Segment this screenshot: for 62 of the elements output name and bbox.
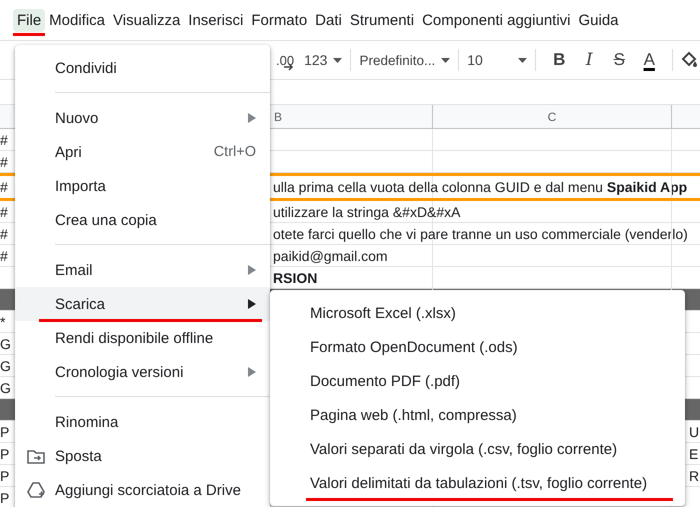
menu-item[interactable]: Pagina web (.html, compressa) bbox=[270, 398, 685, 432]
caret-icon bbox=[518, 58, 528, 62]
cell-text: R bbox=[689, 468, 700, 484]
cell-text: # bbox=[0, 226, 8, 242]
font-size-dropdown[interactable]: 10 bbox=[467, 52, 528, 68]
strikethrough-button[interactable]: S bbox=[604, 50, 634, 70]
cell-text: # bbox=[0, 204, 8, 220]
menu-item[interactable]: Dati bbox=[311, 8, 346, 32]
shortcut-label: Ctrl+O bbox=[214, 144, 256, 160]
menu-item[interactable]: Modifica bbox=[45, 8, 110, 32]
number-format-dropdown[interactable]: 123 bbox=[304, 52, 342, 68]
cell-text: RSION bbox=[272, 270, 318, 286]
menu-item[interactable]: Apri Ctrl+O bbox=[15, 135, 270, 169]
increase-decimal-button[interactable]: .00 bbox=[276, 49, 294, 71]
paint-bucket-icon bbox=[681, 51, 698, 69]
cell-text: G bbox=[0, 358, 11, 374]
cell-text: otete farci quello che vi pare tranne un uso commerciale (venderlo) bbox=[272, 226, 688, 242]
menu-item[interactable]: Condividi bbox=[15, 51, 270, 85]
menu-item[interactable]: Valori delimitati da tabulazioni (.tsv, foglio corrente) bbox=[270, 466, 685, 500]
menu-item[interactable]: Aggiungi scorciatoia a Drive bbox=[15, 473, 270, 507]
cell-text: # bbox=[0, 179, 8, 195]
folder-icon bbox=[27, 447, 45, 465]
menu-item[interactable]: Email bbox=[15, 253, 270, 287]
cell-text: G bbox=[0, 336, 11, 352]
cell-text: G bbox=[0, 380, 11, 396]
italic-button[interactable]: I bbox=[574, 50, 604, 70]
menu-item[interactable]: Formato OpenDocument (.ods) bbox=[270, 330, 685, 364]
menu-item[interactable]: Visualizza bbox=[109, 8, 184, 32]
cell-text: # bbox=[0, 154, 8, 170]
cell-text: P bbox=[0, 446, 10, 462]
cell-text: U bbox=[689, 424, 700, 440]
caret-icon bbox=[441, 58, 450, 62]
menu-item[interactable]: Strumenti bbox=[346, 8, 418, 32]
menu-item[interactable]: Documento PDF (.pdf) bbox=[270, 364, 685, 398]
menu-item[interactable]: Inserisci bbox=[184, 8, 248, 32]
menu-item[interactable]: Cronologia versioni bbox=[15, 355, 270, 389]
menu-item[interactable]: Sposta bbox=[15, 439, 270, 473]
font-dropdown[interactable]: Predefinito... bbox=[359, 52, 450, 68]
menu-item[interactable]: Guida bbox=[574, 8, 623, 32]
menu-item[interactable]: Crea una copia bbox=[15, 203, 270, 237]
menu-item[interactable]: Rendi disponibile offline bbox=[15, 321, 270, 355]
cell-text: P bbox=[0, 490, 10, 506]
menu-item[interactable]: Microsoft Excel (.xlsx) bbox=[270, 296, 685, 330]
cell-text: paikid@gmail.com bbox=[272, 248, 388, 264]
menu-item[interactable]: Formato bbox=[247, 8, 312, 32]
cell-text: # bbox=[0, 132, 8, 148]
cell-text: * bbox=[0, 314, 6, 330]
menu-item[interactable]: Importa bbox=[15, 169, 270, 203]
menu-item[interactable]: Componenti aggiuntivi bbox=[418, 8, 574, 32]
cell-text: E bbox=[689, 446, 698, 462]
cell-text: # bbox=[0, 248, 8, 264]
cell-text: P bbox=[0, 424, 10, 440]
menu-item[interactable]: Scarica bbox=[15, 287, 270, 321]
caret-icon bbox=[333, 58, 342, 62]
menu-item[interactable]: Valori separati da virgola (.csv, foglio corrente) bbox=[270, 432, 685, 466]
drive-shortcut-icon bbox=[27, 481, 45, 499]
bold-button[interactable]: B bbox=[544, 50, 574, 70]
cell-text: utilizzare la stringa &#xD&#xA bbox=[272, 204, 461, 220]
cell-text: P bbox=[0, 468, 10, 484]
column-header[interactable]: C bbox=[433, 105, 672, 128]
menu-item[interactable]: Rinomina bbox=[15, 405, 270, 439]
text-color-button[interactable]: A bbox=[634, 50, 664, 70]
